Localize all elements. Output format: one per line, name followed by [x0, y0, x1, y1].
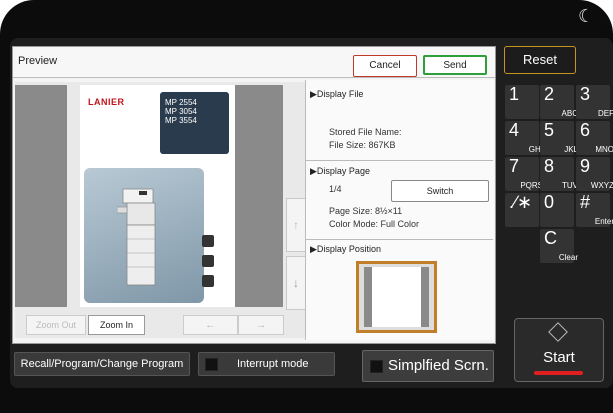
file-size: File Size: 867KB: [329, 140, 396, 150]
display-file-header: ▶Display File: [310, 89, 364, 99]
key-sub: DEF: [598, 109, 613, 118]
preview-title: Preview: [18, 55, 58, 67]
page-margin-right: [235, 85, 283, 307]
scroll-up-button[interactable]: ↑: [286, 198, 306, 252]
key-5[interactable]: 5 JKL: [540, 120, 578, 155]
simplified-indicator: [370, 360, 383, 373]
feature-chip: [202, 255, 214, 267]
key-main: 3: [580, 84, 591, 104]
start-button[interactable]: Start: [514, 318, 604, 382]
display-page-header: ▶Display Page: [310, 166, 370, 176]
position-margin-right: [421, 267, 429, 327]
key-sub: MNO: [595, 145, 613, 154]
model-3: MP 3554: [165, 116, 197, 125]
key-1[interactable]: 1: [505, 84, 539, 119]
key-dot-star[interactable]: .∕∗: [505, 192, 539, 227]
start-diamond-icon: [548, 322, 568, 342]
simplified-label: Simplfied Scrn.: [388, 357, 489, 374]
key-main: .∕∗: [509, 192, 533, 212]
key-0[interactable]: 0: [540, 192, 574, 227]
zoom-in-button[interactable]: Zoom In: [88, 315, 145, 335]
send-button[interactable]: Send: [423, 55, 487, 75]
arrow-up-icon: ↑: [293, 218, 299, 232]
key-main: C: [544, 228, 557, 248]
start-indicator: [534, 371, 583, 375]
position-margin-left: [364, 267, 372, 327]
key-main: 8: [544, 156, 555, 176]
page-margin-left: [15, 85, 67, 307]
key-sub: WXYZ: [590, 181, 613, 190]
key-main: 9: [580, 156, 591, 176]
reset-button[interactable]: Reset: [504, 46, 576, 74]
key-enter[interactable]: # Enter: [576, 192, 613, 227]
key-8[interactable]: 8 TUV: [540, 156, 578, 191]
key-main: 1: [509, 84, 520, 104]
next-page-button[interactable]: →: [238, 315, 284, 335]
cancel-sending-button[interactable]: Cancel Sending: [353, 55, 417, 91]
start-label: Start: [543, 349, 575, 366]
page-size: Page Size: 8½×11: [329, 206, 403, 216]
moon-icon: ☾: [578, 6, 595, 27]
simplified-screen-button[interactable]: Simplfied Scrn.: [362, 350, 494, 382]
interrupt-mode-button[interactable]: Interrupt mode: [198, 352, 335, 376]
arrow-down-icon: ↓: [293, 276, 299, 290]
model-1: MP 2554: [165, 98, 197, 107]
brand-logo: LANIER: [88, 97, 125, 107]
feature-chip: [202, 235, 214, 247]
stored-file-name: Stored File Name:: [329, 127, 402, 137]
copier-illustration: [117, 188, 156, 286]
interrupt-label: Interrupt mode: [237, 358, 309, 370]
key-6[interactable]: 6 MNO: [576, 120, 613, 155]
prev-page-button[interactable]: ←: [183, 315, 238, 335]
key-main: 7: [509, 156, 520, 176]
key-main: 6: [580, 120, 591, 140]
key-2[interactable]: 2 ABC: [540, 84, 578, 119]
arrow-left-icon: ←: [205, 319, 216, 331]
key-9[interactable]: 9 WXYZ: [576, 156, 613, 191]
key-4[interactable]: 4 GHI: [505, 120, 543, 155]
key-3[interactable]: 3 DEF: [576, 84, 613, 119]
page-counter: 1/4: [329, 184, 342, 194]
key-7[interactable]: 7 PQRS: [505, 156, 543, 191]
switch-button[interactable]: Switch: [391, 180, 489, 202]
color-mode: Color Mode: Full Color: [329, 219, 420, 229]
interrupt-indicator: [205, 358, 218, 371]
key-clear[interactable]: C Clear: [540, 228, 578, 263]
model-box: MP 2554 MP 3054 MP 3554: [160, 92, 229, 154]
key-sub: Clear: [558, 253, 578, 262]
preview-title-bar: Preview Cancel Sending Send: [13, 47, 495, 91]
arrow-right-icon: →: [255, 319, 267, 331]
scroll-down-button[interactable]: ↓: [286, 256, 306, 310]
key-sub: Enter: [594, 217, 613, 226]
position-page: [372, 267, 421, 327]
recall-program-button[interactable]: Recall/Program/Change Program: [14, 352, 190, 376]
key-main: 2: [544, 84, 555, 104]
model-2: MP 3054: [165, 107, 197, 116]
key-main: #: [580, 192, 591, 212]
divider: [306, 160, 493, 161]
key-main: 0: [544, 192, 555, 212]
zoom-out-button[interactable]: Zoom Out: [26, 315, 86, 335]
divider: [306, 239, 493, 240]
display-position-header: ▶Display Position: [310, 244, 381, 254]
key-main: 5: [544, 120, 555, 140]
display-position-map[interactable]: [356, 261, 437, 333]
feature-chip: [202, 275, 214, 287]
key-main: 4: [509, 120, 520, 140]
